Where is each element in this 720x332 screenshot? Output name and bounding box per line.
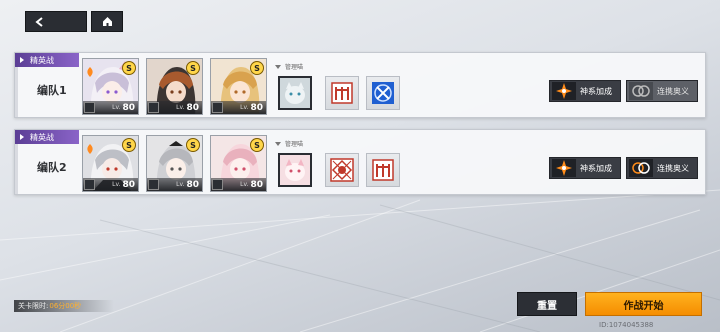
character-slot-2[interactable]: S Lv. 80 — [146, 135, 203, 192]
skill-slot[interactable] — [366, 76, 400, 110]
dropdown-triangle-icon — [275, 141, 281, 146]
team-name: 编队1 — [37, 84, 67, 97]
level-value: 80 — [250, 102, 263, 113]
god-bonus-icon — [552, 159, 576, 177]
home-button[interactable] — [91, 11, 123, 32]
cross-rune-skill-icon — [372, 82, 394, 104]
back-arrow-icon — [35, 16, 43, 27]
god-bonus-button[interactable]: 神系加成 — [549, 157, 621, 179]
team-panel-1: 精英战 编队1 S Lv. 80 S Lv. 80 S Lv. 80 管理喵 神… — [14, 52, 706, 118]
level-value: 80 — [186, 102, 199, 113]
start-battle-button[interactable]: 作战开始 — [585, 292, 702, 316]
combo-skill-label: 连携奥义 — [657, 86, 689, 96]
class-icon — [212, 102, 223, 113]
class-icon — [212, 179, 223, 190]
combo-skill-icon — [629, 159, 653, 177]
rank-badge: S — [122, 61, 136, 75]
level-value: 80 — [186, 179, 199, 190]
manager-cat-slot[interactable] — [278, 153, 312, 187]
level-bar: Lv. 80 — [83, 178, 138, 191]
skill-slot[interactable] — [325, 153, 359, 187]
level-bar: Lv. 80 — [147, 101, 202, 114]
level-value: 80 — [250, 179, 263, 190]
class-icon — [84, 102, 95, 113]
character-slot-1[interactable]: S Lv. 80 — [82, 58, 139, 115]
combo-skill-button[interactable]: 连携奥义 — [626, 157, 698, 179]
level-bar: Lv. 80 — [211, 178, 266, 191]
manager-label: 管理喵 — [275, 139, 303, 148]
cat-manager-portrait — [280, 78, 310, 108]
rank-badge: S — [250, 61, 264, 75]
fire-attribute-icon — [85, 139, 95, 154]
combo-skill-button[interactable]: 连携奥义 — [626, 80, 698, 102]
combo-skill-label: 连携奥义 — [657, 163, 689, 173]
level-label: Lv. — [112, 104, 121, 111]
rank-badge: S — [250, 138, 264, 152]
team-name: 编队2 — [37, 161, 67, 174]
level-label: Lv. — [112, 181, 121, 188]
class-icon — [84, 179, 95, 190]
class-icon — [148, 102, 159, 113]
reset-button[interactable]: 重置 — [517, 292, 577, 316]
time-limit-label: 关卡限时: — [18, 302, 49, 310]
dropdown-triangle-icon — [275, 64, 281, 69]
rank-badge: S — [186, 138, 200, 152]
manager-label-text: 管理喵 — [285, 64, 304, 71]
elite-tag-label: 精英战 — [30, 132, 54, 142]
class-icon — [148, 179, 159, 190]
level-bar: Lv. 80 — [147, 178, 202, 191]
god-bonus-button[interactable]: 神系加成 — [549, 80, 621, 102]
level-bar: Lv. 80 — [211, 101, 266, 114]
character-slot-1[interactable]: S Lv. 80 — [82, 135, 139, 192]
level-label: Lv. — [176, 104, 185, 111]
manager-cat-slot[interactable] — [278, 76, 312, 110]
top-nav — [25, 11, 123, 32]
elite-tag-label: 精英战 — [30, 55, 54, 65]
skill-slot[interactable] — [325, 76, 359, 110]
level-label: Lv. — [240, 104, 249, 111]
fire-attribute-icon — [85, 62, 95, 77]
elite-tag: 精英战 — [15, 53, 79, 67]
home-icon — [102, 17, 112, 26]
team-panel-2: 精英战 编队2 S Lv. 80 S Lv. 80 S Lv. 80 管理喵 神… — [14, 129, 706, 195]
god-bonus-label: 神系加成 — [580, 163, 612, 173]
level-value: 80 — [122, 179, 135, 190]
elite-tag: 精英战 — [15, 130, 79, 144]
character-slot-3[interactable]: S Lv. 80 — [210, 135, 267, 192]
manager-label: 管理喵 — [275, 62, 303, 71]
level-label: Lv. — [176, 181, 185, 188]
level-label: Lv. — [240, 181, 249, 188]
time-limit: 关卡限时: 06分00秒 — [14, 300, 114, 312]
god-bonus-label: 神系加成 — [580, 86, 612, 96]
character-slot-2[interactable]: S Lv. 80 — [146, 58, 203, 115]
character-slot-3[interactable]: S Lv. 80 — [210, 58, 267, 115]
combo-skill-icon — [629, 82, 653, 100]
trident-skill-icon — [331, 82, 353, 104]
tag-arrow-icon — [20, 134, 24, 140]
user-id: ID:1074045388 — [599, 321, 654, 329]
manager-label-text: 管理喵 — [285, 141, 304, 148]
god-bonus-icon — [552, 82, 576, 100]
sigil-skill-icon — [330, 158, 354, 182]
level-value: 80 — [122, 102, 135, 113]
rank-badge: S — [122, 138, 136, 152]
trident-skill-icon — [372, 159, 394, 181]
tag-arrow-icon — [20, 57, 24, 63]
rank-badge: S — [186, 61, 200, 75]
back-button[interactable] — [25, 11, 87, 32]
level-bar: Lv. 80 — [83, 101, 138, 114]
skill-slot[interactable] — [366, 153, 400, 187]
time-limit-value: 06分00秒 — [49, 302, 82, 310]
cat-manager-portrait — [280, 155, 310, 185]
